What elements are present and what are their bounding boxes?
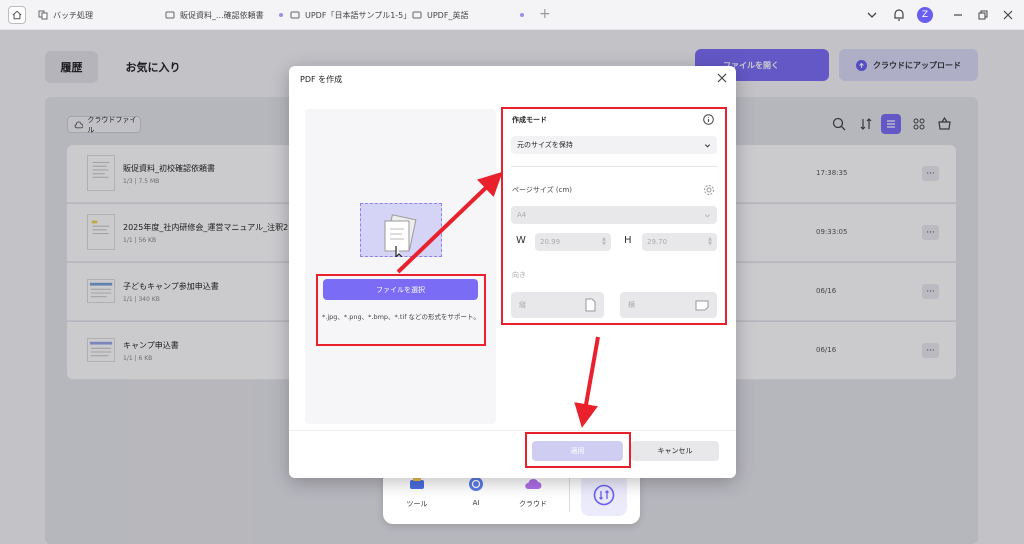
dock-divider: [569, 478, 570, 512]
tab-label: UPDF_英語: [427, 10, 469, 20]
new-tab-button[interactable]: +: [539, 6, 551, 22]
unsaved-dot: [520, 13, 524, 17]
dock-tools[interactable]: ツール: [397, 476, 437, 509]
dock-label: ツール: [406, 500, 428, 508]
close-window-icon[interactable]: [1000, 7, 1016, 23]
dock-cloud[interactable]: クラウド: [513, 476, 553, 509]
highlight-apply: [525, 432, 631, 468]
document-icon: [412, 10, 422, 20]
dock-label: クラウド: [519, 500, 547, 508]
tools-icon: [409, 476, 425, 490]
cloud-icon: [524, 476, 542, 490]
dock-ai[interactable]: AI: [456, 476, 496, 507]
tab-batch[interactable]: バッチ処理: [38, 5, 93, 25]
images-stack-icon: [379, 213, 419, 257]
bell-icon[interactable]: [891, 7, 907, 23]
tab-label: 販促資料_...確認依頼書: [180, 10, 264, 20]
highlight-select-file: [316, 274, 486, 346]
tab-document-1[interactable]: 販促資料_...確認依頼書: [165, 5, 283, 25]
dialog-footer-divider: [289, 430, 736, 431]
cancel-button[interactable]: キャンセル: [631, 441, 719, 461]
document-icon: [165, 10, 175, 20]
home-icon[interactable]: [8, 6, 26, 24]
unsaved-dot: [278, 13, 283, 17]
ai-icon: [468, 476, 484, 492]
tab-bar: バッチ処理 販促資料_...確認依頼書 UPDF「日本語サンプル1-5」 UPD…: [0, 0, 1024, 30]
tab-document-2[interactable]: UPDF「日本語サンプル1-5」: [290, 5, 411, 25]
tab-label: バッチ処理: [53, 10, 93, 20]
dock-label: AI: [472, 499, 480, 507]
restore-icon[interactable]: [975, 7, 991, 23]
minimize-icon[interactable]: [950, 7, 966, 23]
dialog-title: PDF を作成: [300, 75, 343, 84]
close-icon[interactable]: [716, 72, 728, 84]
tab-document-3[interactable]: UPDF_英語: [412, 5, 524, 25]
batch-icon: [38, 10, 48, 20]
file-drop-zone[interactable]: ファイルを選択 *.jpg、*.png、*.bmp、*.tif などの形式をサポ…: [305, 109, 496, 424]
highlight-settings: [501, 107, 727, 325]
tab-label: UPDF「日本語サンプル1-5」: [305, 10, 412, 20]
avatar[interactable]: Z: [917, 7, 933, 23]
convert-icon[interactable]: [581, 474, 627, 516]
document-icon: [290, 10, 300, 20]
chevron-down-icon[interactable]: [864, 7, 880, 23]
